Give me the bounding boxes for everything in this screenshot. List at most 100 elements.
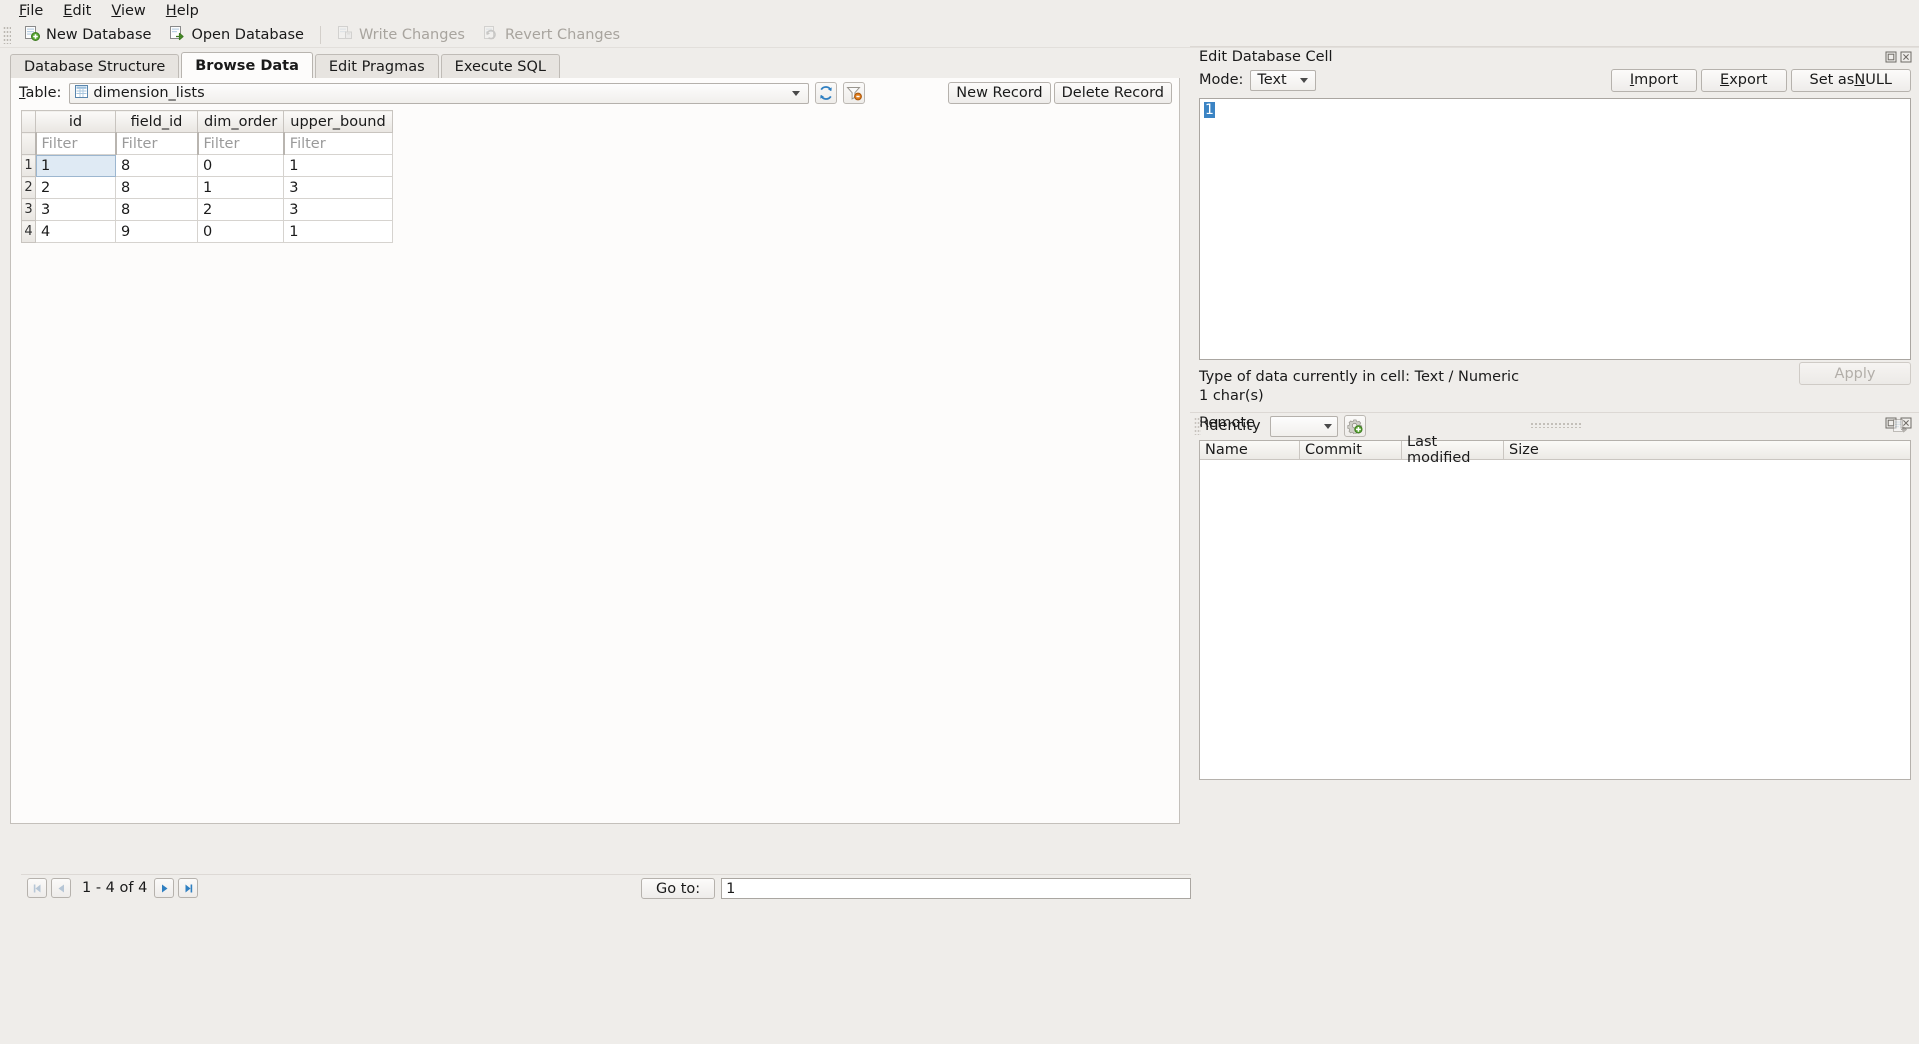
column-header-id[interactable]: id	[35, 110, 116, 133]
export-button[interactable]: Export	[1701, 68, 1787, 92]
filter-input-upper_bound[interactable]: Filter	[282, 132, 393, 155]
identity-label: Identity	[1205, 418, 1261, 434]
revert-changes-button[interactable]: Revert Changes	[474, 24, 629, 46]
cell-1-id[interactable]: 1	[35, 154, 116, 177]
filter-input-id[interactable]: Filter	[34, 132, 116, 155]
filter-input-field_id[interactable]: Filter	[114, 132, 198, 155]
delete-record-button[interactable]: Delete Record	[1053, 82, 1172, 104]
go-next-icon	[161, 884, 168, 892]
record-buttons: New Record Delete Record	[948, 82, 1176, 104]
goto-button[interactable]: Go to:	[641, 878, 716, 899]
set-as-null-button[interactable]: Set as N ULL	[1790, 68, 1911, 92]
column-header-dim_order[interactable]: dim_order	[196, 110, 285, 133]
menu-edit[interactable]: Edit	[53, 1, 101, 21]
revert-changes-label: Revert Changes	[504, 26, 621, 43]
table-row: 1 1 8 0 1	[21, 154, 393, 177]
menu-view[interactable]: View	[101, 1, 155, 21]
cell-1-upper_bound[interactable]: 1	[283, 154, 393, 177]
toolbar-drag-handle[interactable]	[3, 25, 11, 44]
cell-4-id[interactable]: 4	[35, 220, 116, 243]
column-header-upper_bound[interactable]: upper_bound	[283, 110, 393, 133]
new-record-button[interactable]: New Record	[948, 82, 1051, 104]
set-as-null-pre: Set as	[1809, 72, 1855, 88]
row-header-4[interactable]: 4	[21, 220, 36, 243]
cell-4-upper_bound[interactable]: 1	[283, 220, 393, 243]
new-database-button[interactable]: New Database	[15, 24, 160, 46]
apply-label: Apply	[1834, 365, 1876, 382]
cell-2-field_id[interactable]: 8	[115, 176, 198, 199]
remote-column-last-modified[interactable]: Last modified	[1402, 434, 1504, 466]
set-as-null-post: ULL	[1865, 72, 1892, 88]
cell-2-id[interactable]: 2	[35, 176, 116, 199]
edit-cell-dock-buttons	[1885, 51, 1917, 63]
refresh-icon	[820, 86, 833, 100]
tab-browse-data-label: Browse Data	[195, 57, 299, 74]
remote-panel: Identity Name Commit Last modified Size	[1190, 412, 1919, 824]
data-grid-table: id field_id dim_order upper_bound Filter…	[21, 110, 393, 243]
write-changes-button[interactable]: Write Changes	[328, 24, 474, 46]
goto-label: Go to:	[656, 880, 701, 897]
identity-select[interactable]	[1269, 415, 1338, 437]
row-header-3[interactable]: 3	[21, 198, 36, 221]
table-selector-row: Table: dimension_lists New Record Delete…	[11, 78, 1181, 108]
new-record-label: New Record	[956, 85, 1043, 101]
remote-toolbar-handle[interactable]	[1194, 417, 1201, 435]
open-database-button[interactable]: Open Database	[160, 24, 313, 46]
new-database-icon	[24, 25, 40, 45]
tab-execute-sql[interactable]: Execute SQL	[440, 54, 560, 78]
open-database-icon	[169, 25, 185, 45]
row-header-1[interactable]: 1	[21, 154, 36, 177]
cell-1-dim_order[interactable]: 0	[196, 154, 285, 177]
revert-changes-icon	[483, 25, 499, 45]
import-button[interactable]: Import	[1610, 68, 1698, 92]
edit-cell-title: Edit Database Cell	[1199, 48, 1333, 65]
clone-database-button[interactable]	[1889, 415, 1911, 437]
cell-io-buttons: Import Export Set as N ULL	[1610, 68, 1911, 92]
tab-edit-pragmas[interactable]: Edit Pragmas	[314, 54, 439, 78]
go-next-button[interactable]	[154, 878, 175, 898]
delete-record-label: Delete Record	[1061, 85, 1164, 101]
goto-input[interactable]: 1	[721, 878, 1191, 899]
close-panel-icon[interactable]	[1900, 51, 1912, 63]
grid-corner-header[interactable]	[21, 110, 36, 133]
apply-button[interactable]: Apply	[1799, 362, 1911, 385]
go-first-button[interactable]	[27, 878, 47, 898]
clear-filter-icon	[846, 87, 863, 101]
cell-3-id[interactable]: 3	[35, 198, 116, 221]
remote-settings-button[interactable]	[1343, 415, 1366, 437]
refresh-button[interactable]	[815, 82, 838, 104]
table-select[interactable]: dimension_lists	[69, 82, 810, 104]
remote-column-size[interactable]: Size	[1504, 441, 1910, 460]
go-previous-button[interactable]	[51, 878, 71, 898]
cell-3-dim_order[interactable]: 2	[196, 198, 285, 221]
cell-editor[interactable]: 1	[1199, 98, 1911, 360]
table-row: 3 3 8 2 3	[21, 198, 393, 221]
tab-browse-data[interactable]: Browse Data	[181, 52, 313, 78]
open-database-label: Open Database	[191, 26, 304, 43]
clear-filters-button[interactable]	[843, 82, 866, 104]
go-last-button[interactable]	[178, 878, 199, 898]
menu-file-label: ile	[26, 3, 44, 19]
chevron-down-icon	[792, 90, 801, 96]
cell-2-upper_bound[interactable]: 3	[283, 176, 393, 199]
row-header-2[interactable]: 2	[21, 176, 36, 199]
filter-input-dim_order[interactable]: Filter	[196, 132, 285, 155]
cell-4-field_id[interactable]: 9	[115, 220, 198, 243]
cell-3-upper_bound[interactable]: 3	[283, 198, 393, 221]
remote-column-name[interactable]: Name	[1200, 441, 1300, 460]
float-panel-icon[interactable]	[1885, 51, 1897, 63]
table-label-text: able:	[25, 85, 62, 101]
cell-4-dim_order[interactable]: 0	[196, 220, 285, 243]
remote-file-table[interactable]: Name Commit Last modified Size	[1199, 434, 1911, 780]
menu-file[interactable]: File	[9, 1, 53, 21]
import-label: mport	[1634, 72, 1679, 88]
cell-1-field_id[interactable]: 8	[115, 154, 198, 177]
cell-2-dim_order[interactable]: 1	[196, 176, 285, 199]
remote-column-commit[interactable]: Commit	[1300, 441, 1402, 460]
mode-select[interactable]: Text	[1250, 69, 1317, 91]
main-toolbar: New Database Open Database Write Changes…	[0, 22, 1919, 48]
tab-database-structure[interactable]: Database Structure	[10, 54, 180, 78]
menu-help[interactable]: Help	[156, 1, 209, 21]
cell-3-field_id[interactable]: 8	[115, 198, 198, 221]
column-header-field_id[interactable]: field_id	[115, 110, 198, 133]
